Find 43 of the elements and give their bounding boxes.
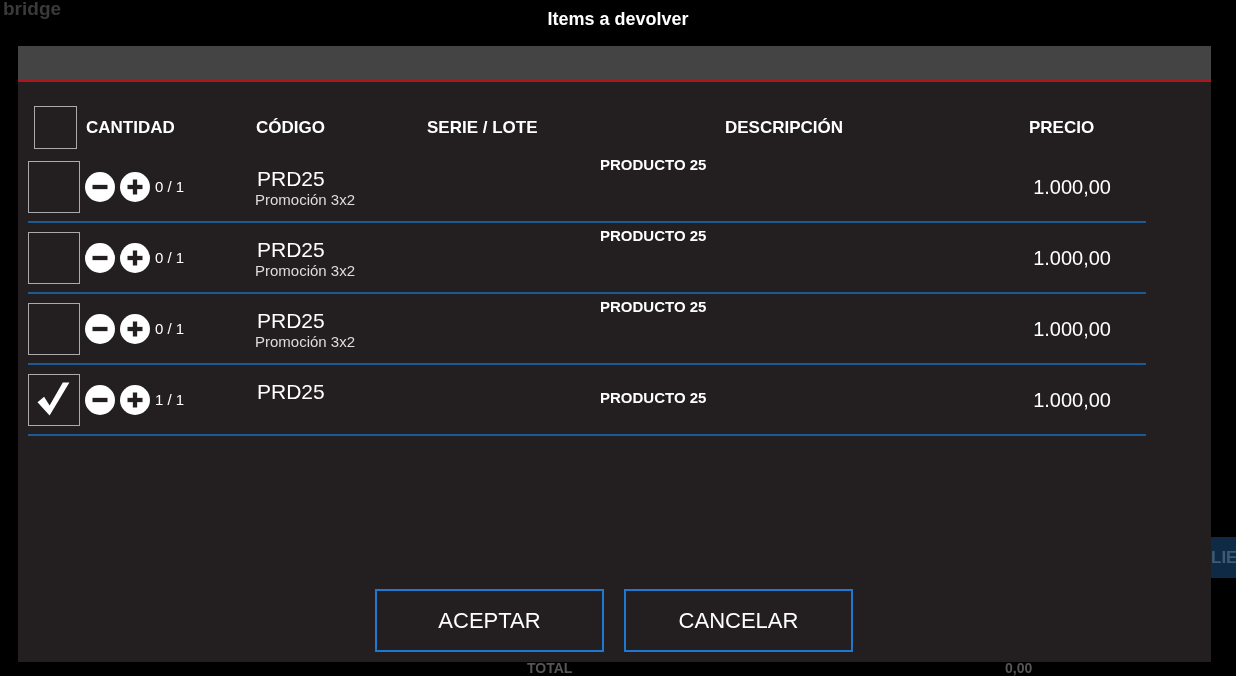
minus-button[interactable] [85, 313, 115, 344]
total-label: TOTAL [527, 660, 573, 676]
quantity-text: 0 / 1 [155, 249, 185, 266]
select-all-checkbox[interactable] [34, 105, 77, 149]
column-header: CÓDIGO [256, 118, 325, 138]
row-checkbox[interactable] [28, 231, 80, 284]
promotion-text: Promoción 3x2 [255, 191, 356, 208]
product-description: PRODUCTO 25 [600, 156, 707, 173]
product-description: PRODUCTO 25 [600, 389, 707, 406]
minus-button[interactable] [85, 171, 115, 202]
dialog-title: Items a devolver [547, 9, 689, 30]
product-description: PRODUCTO 25 [600, 298, 707, 315]
plus-button[interactable] [120, 171, 150, 202]
row-checkbox[interactable] [28, 373, 80, 426]
product-price: 1.000,00 [1033, 389, 1111, 412]
product-code: PRD25 [257, 309, 326, 333]
column-header: SERIE / LOTE [427, 118, 538, 138]
column-header: DESCRIPCIÓN [725, 118, 844, 138]
minus-button[interactable] [85, 242, 115, 273]
product-description: PRODUCTO 25 [600, 227, 707, 244]
quantity-text: 0 / 1 [155, 178, 185, 195]
quantity-text: 1 / 1 [155, 391, 185, 408]
row-checkbox[interactable] [28, 160, 80, 213]
quantity-text: 0 / 1 [155, 320, 185, 337]
plus-button[interactable] [120, 384, 150, 415]
cancel-button[interactable]: CANCELAR [624, 589, 853, 652]
product-price: 1.000,00 [1033, 176, 1111, 199]
column-header: CANTIDAD [86, 118, 175, 138]
product-code: PRD25 [257, 380, 325, 404]
plus-button[interactable] [120, 313, 150, 344]
product-code: PRD25 [257, 238, 326, 262]
accept-button[interactable]: ACEPTAR [375, 589, 604, 652]
product-code: PRD25 [257, 167, 326, 191]
minus-button[interactable] [85, 384, 115, 415]
product-price: 1.000,00 [1033, 318, 1111, 341]
row-checkbox[interactable] [28, 302, 80, 355]
column-header: PRECIO [1029, 118, 1095, 138]
promotion-text: Promoción 3x2 [255, 262, 356, 279]
product-price: 1.000,00 [1033, 247, 1111, 270]
plus-button[interactable] [120, 242, 150, 273]
app-logo: bridge [3, 0, 62, 20]
total-value: 0,00 [1005, 660, 1033, 676]
promotion-text: Promoción 3x2 [255, 333, 356, 350]
